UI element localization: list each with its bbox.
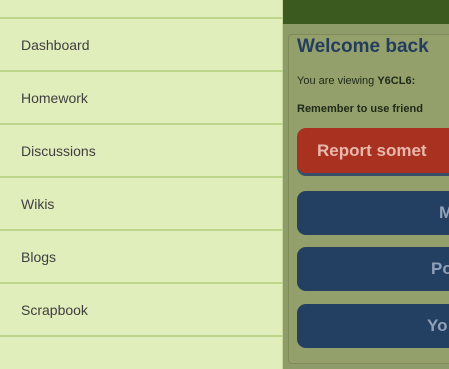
app-screen: Welcome back You are viewing Y6CL6: Reme… [0,0,449,369]
sidebar-item-label: Homework [21,89,88,106]
nav-button-2-label: Po [431,259,449,278]
sidebar-item-wikis[interactable]: Wikis [0,178,283,231]
side-drawer: Dashboard Homework Discussions Wikis Blo… [0,0,283,369]
sidebar-item-discussions[interactable]: Discussions [0,125,283,178]
nav-button-2[interactable]: Po [297,247,449,291]
nav-button-1[interactable]: M [297,191,449,235]
viewing-prefix: You are viewing [297,75,378,87]
sidebar-item-label: Wikis [21,195,55,212]
sidebar-item-blogs[interactable]: Blogs [0,231,283,284]
viewing-info: You are viewing Y6CL6: [297,75,415,87]
reminder-text: Remember to use friend [297,103,423,115]
nav-button-1-label: M [439,203,449,222]
sidebar-item-label: Discussions [21,142,96,159]
class-code: Y6CL6: [377,75,416,87]
welcome-heading: Welcome back [297,36,429,57]
sidebar-item-scrapbook[interactable]: Scrapbook [0,284,283,337]
sidebar-item-label: Scrapbook [21,301,88,318]
report-button-label: Report somet [317,140,427,160]
nav-button-3[interactable]: Yo [297,304,449,348]
sidebar-item-homework[interactable]: Homework [0,72,283,125]
nav-button-3-label: Yo [427,316,448,335]
report-button[interactable]: Report somet [297,128,449,173]
sidebar-item-label: Blogs [21,248,57,265]
sidebar-item-dashboard[interactable]: Dashboard [0,19,283,72]
sidebar-item-label: Dashboard [21,36,90,53]
